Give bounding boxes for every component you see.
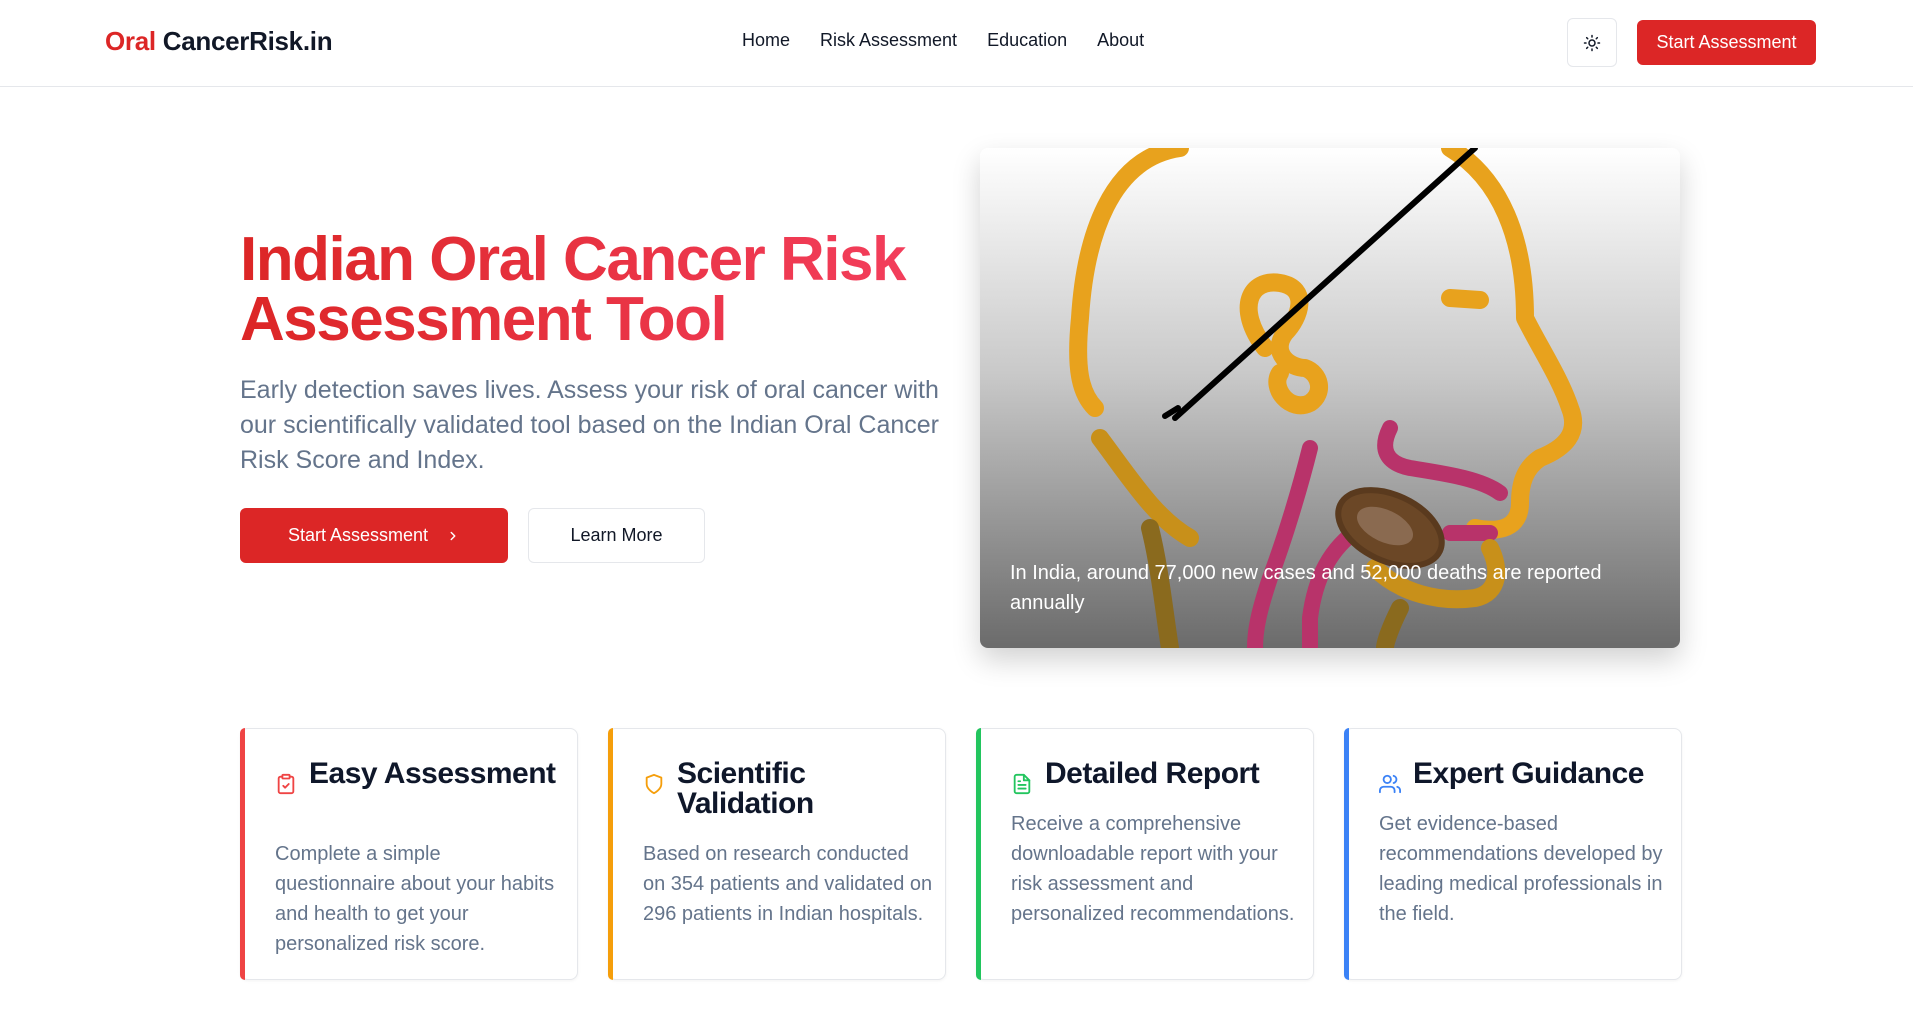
chevron-right-icon [450,531,456,540]
learn-more-button[interactable]: Learn More [528,508,705,563]
feature-card-detailed-report: Detailed Report Receive a comprehensive … [976,728,1314,980]
card-accent-bar [608,728,613,980]
clipboard-check-icon [277,773,295,795]
shield-icon [645,773,663,795]
card-accent-bar [240,728,245,980]
feature-title: Expert Guidance [1413,757,1644,790]
header-start-assessment-button[interactable]: Start Assessment [1637,20,1816,65]
feature-description: Receive a comprehensive downloadable rep… [1011,813,1295,925]
hero-title: Indian Oral Cancer Risk Assessment Tool [240,229,940,351]
feature-card-easy-assessment: Easy Assessment Complete a simple questi… [240,728,578,980]
feature-title: Scientific Validation [677,757,814,820]
feature-description: Based on research conducted on 354 patie… [643,843,933,925]
feature-description: Get evidence-based recommendations devel… [1379,813,1663,925]
hero-illustration: In India, around 77,000 new cases and 52… [980,148,1680,648]
start-assessment-label: Start Assessment [287,525,429,545]
nav-home[interactable]: Home [742,30,790,51]
feature-card-scientific-validation: Scientific Validation Based on research … [608,728,946,980]
nav-risk-assessment[interactable]: Risk Assessment [820,30,957,51]
card-accent-bar [976,728,981,980]
site-logo[interactable]: Oral CancerRisk.in [105,26,333,57]
theme-toggle-button[interactable] [1567,18,1617,67]
hero-subtitle: Early detection saves lives. Assess your… [240,376,940,474]
users-icon [1379,774,1401,794]
feature-description: Complete a simple questionnaire about yo… [275,843,555,955]
card-accent-bar [1344,728,1349,980]
sun-icon [1583,34,1601,51]
nav-education[interactable]: Education [987,30,1067,51]
file-text-icon [1013,773,1031,795]
nav-about[interactable]: About [1097,30,1144,51]
logo-accent: Oral [105,26,156,56]
main-nav: Home Risk Assessment Education About [742,30,1144,51]
site-header: Oral CancerRisk.in Home Risk Assessment … [0,0,1913,87]
feature-card-expert-guidance: Expert Guidance Get evidence-based recom… [1344,728,1682,980]
start-assessment-button[interactable]: Start Assessment [240,508,508,563]
logo-rest: CancerRisk.in [162,26,333,56]
hero-image-caption: In India, around 77,000 new cases and 52… [1010,562,1602,614]
feature-title: Easy Assessment [309,757,556,790]
feature-title: Detailed Report [1045,757,1260,790]
